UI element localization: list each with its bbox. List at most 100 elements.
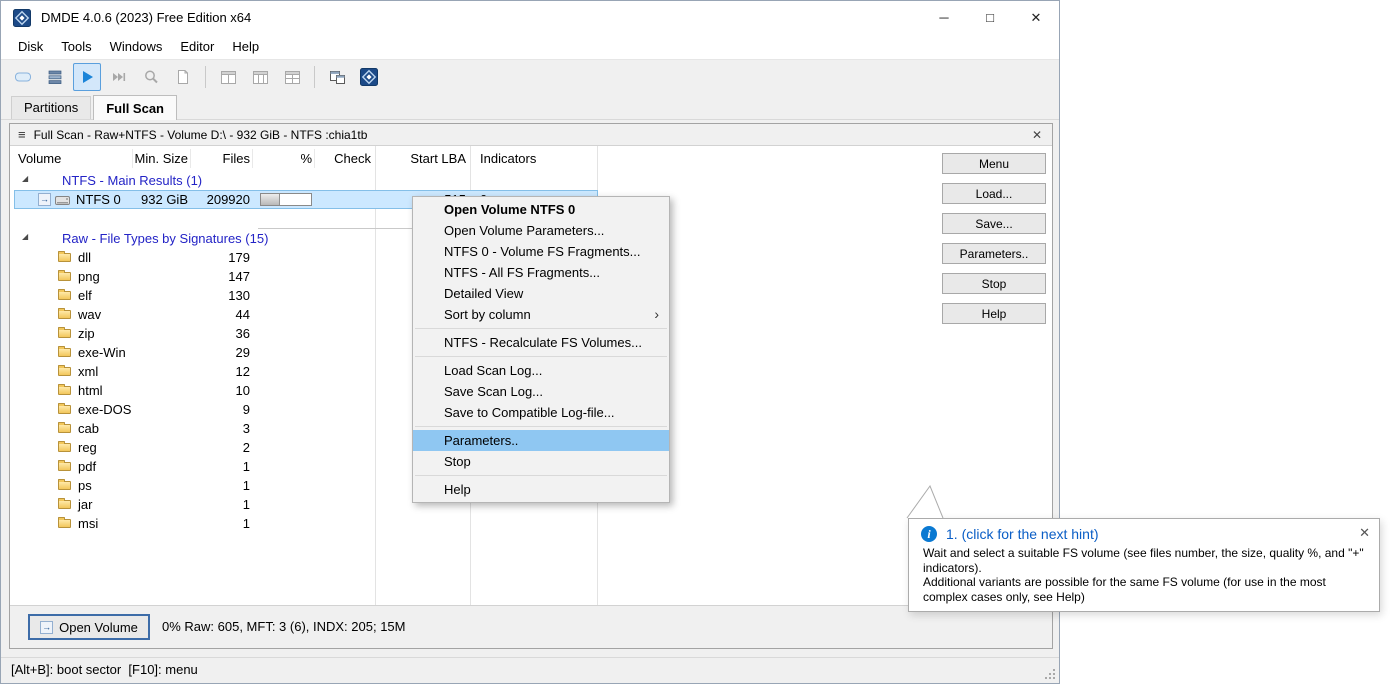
scan-progress-status: 0% Raw: 605, MFT: 3 (6), INDX: 205; 15M <box>162 619 406 634</box>
file-type-label: pdf <box>78 459 97 474</box>
tab-partitions[interactable]: Partitions <box>11 96 92 119</box>
folder-icon <box>58 498 71 509</box>
window-title: DMDE 4.0.6 (2023) Free Edition x64 <box>41 10 252 25</box>
context-item-help[interactable]: Help <box>413 479 669 500</box>
column-header-files[interactable]: Files <box>190 146 250 171</box>
folder-icon <box>58 270 71 281</box>
folder-icon <box>58 479 71 490</box>
menubar-item-help[interactable]: Help <box>223 34 268 59</box>
panel-header: ≡ Full Scan - Raw+NTFS - Volume D:\ - 93… <box>10 124 1052 146</box>
hint-balloon: i 1. (click for the next hint) ✕ Wait an… <box>908 518 1380 612</box>
panel-menu-icon[interactable]: ≡ <box>18 127 26 142</box>
menu-separator <box>415 475 667 476</box>
hint-body: Wait and select a suitable FS volume (se… <box>923 546 1367 604</box>
context-item-load-scan-log[interactable]: Load Scan Log... <box>413 360 669 381</box>
parameters-button[interactable]: Parameters.. <box>942 243 1046 264</box>
close-button[interactable]: ✕ <box>1013 1 1059 34</box>
menubar-item-disk[interactable]: Disk <box>9 34 52 59</box>
file-type-count: 29 <box>235 345 250 360</box>
folder-icon <box>58 384 71 395</box>
context-item-open-volume-ntfs-0[interactable]: Open Volume NTFS 0 <box>413 199 669 220</box>
toolbar-separator <box>314 66 315 88</box>
side-buttons: Menu Load... Save... Parameters.. Stop Help <box>942 153 1046 333</box>
context-item-detailed-view[interactable]: Detailed View <box>413 283 669 304</box>
tile-windows-button[interactable] <box>323 63 351 91</box>
file-panel-view-button[interactable] <box>246 63 274 91</box>
context-item-ntfs-recalculate-fs-volumes[interactable]: NTFS - Recalculate FS Volumes... <box>413 332 669 353</box>
menubar-item-editor[interactable]: Editor <box>171 34 223 59</box>
dmde-about-button[interactable] <box>355 63 383 91</box>
toolbar-separator <box>205 66 206 88</box>
context-item-ntfs-all-fs-fragments[interactable]: NTFS - All FS Fragments... <box>413 262 669 283</box>
volume-files-count: 209920 <box>206 192 250 207</box>
minimize-button[interactable]: ─ <box>921 1 967 34</box>
menu-separator <box>415 426 667 427</box>
column-header-volume[interactable]: Volume <box>18 146 108 171</box>
file-type-count: 1 <box>242 497 250 512</box>
stop-button[interactable]: Stop <box>942 273 1046 294</box>
file-type-count: 1 <box>242 459 250 474</box>
hint-callout-arrow <box>906 485 944 519</box>
volume-min-size: 932 GiB <box>141 192 188 207</box>
new-task-button[interactable] <box>169 63 197 91</box>
file-type-count: 9 <box>242 402 250 417</box>
help-button[interactable]: Help <box>942 303 1046 324</box>
desktop: { "window": { "title": "DMDE 4.0.6 (2023… <box>0 0 1393 687</box>
menu-button[interactable]: Menu <box>942 153 1046 174</box>
folder-icon <box>58 403 71 414</box>
context-item-parameters[interactable]: Parameters.. <box>413 430 669 451</box>
column-header-check[interactable]: Check <box>315 146 371 171</box>
folder-icon <box>58 422 71 433</box>
dmde-logo-icon <box>13 8 31 27</box>
table-header: Volume Min. Size Files% Check Start LBA Indic… <box>10 146 944 171</box>
search-files-button[interactable] <box>137 63 165 91</box>
context-item-sort-by-column[interactable]: Sort by column › <box>413 304 669 325</box>
toolbar <box>1 59 1059 94</box>
select-disk-button[interactable] <box>9 63 37 91</box>
maximize-button[interactable]: □ <box>967 1 1013 34</box>
context-item-ntfs-0-volume-fs-fragments[interactable]: NTFS 0 - Volume FS Fragments... <box>413 241 669 262</box>
load-button[interactable]: Load... <box>942 183 1046 204</box>
hint-header: i 1. (click for the next hint) <box>909 519 1379 545</box>
menu-separator <box>415 328 667 329</box>
save-button[interactable]: Save... <box>942 213 1046 234</box>
menubar-item-tools[interactable]: Tools <box>52 34 100 59</box>
column-header-indicators[interactable]: Indicators <box>480 146 592 171</box>
menubar: Disk Tools Windows Editor Help <box>1 34 1059 59</box>
tree-expanded-icon[interactable]: ◢ <box>22 174 28 183</box>
panel-close-icon[interactable]: ✕ <box>1028 128 1046 142</box>
folder-icon <box>58 517 71 528</box>
hex-editor-view-button[interactable] <box>278 63 306 91</box>
hint-title[interactable]: 1. (click for the next hint) <box>946 526 1099 542</box>
partition-table-view-button[interactable] <box>214 63 242 91</box>
file-type-label: jar <box>78 497 93 512</box>
menubar-item-windows[interactable]: Windows <box>101 34 172 59</box>
hint-text-2: Additional variants are possible for the… <box>923 575 1326 604</box>
submenu-arrow-icon: › <box>654 306 659 322</box>
tabbar: Partitions Full Scan <box>1 94 1059 120</box>
file-type-count: 1 <box>242 516 250 531</box>
tree-expanded-icon[interactable]: ◢ <box>22 232 28 241</box>
column-header-min-size[interactable]: Min. Size <box>110 146 188 171</box>
continue-scan-button[interactable] <box>105 63 133 91</box>
group-row-ntfs-main-results[interactable]: ◢ NTFS - Main Results (1) <box>10 171 944 190</box>
quality-progressbar <box>260 193 312 206</box>
context-item-open-volume-parameters[interactable]: Open Volume Parameters... <box>413 220 669 241</box>
file-type-row-msi[interactable]: msi 1 <box>10 514 944 533</box>
resize-grip[interactable] <box>1045 669 1056 680</box>
open-volume-button[interactable]: → Open Volume <box>28 614 150 640</box>
file-type-count: 12 <box>235 364 250 379</box>
tab-full-scan[interactable]: Full Scan <box>93 95 177 120</box>
context-item-stop[interactable]: Stop <box>413 451 669 472</box>
column-header-item[interactable]: % <box>268 146 312 171</box>
full-scan-button[interactable] <box>73 63 101 91</box>
hint-close-icon[interactable]: ✕ <box>1359 525 1370 541</box>
context-item-save-to-compatible-log-file[interactable]: Save to Compatible Log-file... <box>413 402 669 423</box>
panel-footer: → Open Volume 0% Raw: 605, MFT: 3 (6), I… <box>10 605 1052 648</box>
partitions-button[interactable] <box>41 63 69 91</box>
column-header-start-lba[interactable]: Start LBA <box>388 146 466 171</box>
file-type-count: 1 <box>242 478 250 493</box>
context-menu: Open Volume NTFS 0 Open Volume Parameters… <box>412 196 670 503</box>
header-separator <box>252 149 253 168</box>
context-item-save-scan-log[interactable]: Save Scan Log... <box>413 381 669 402</box>
